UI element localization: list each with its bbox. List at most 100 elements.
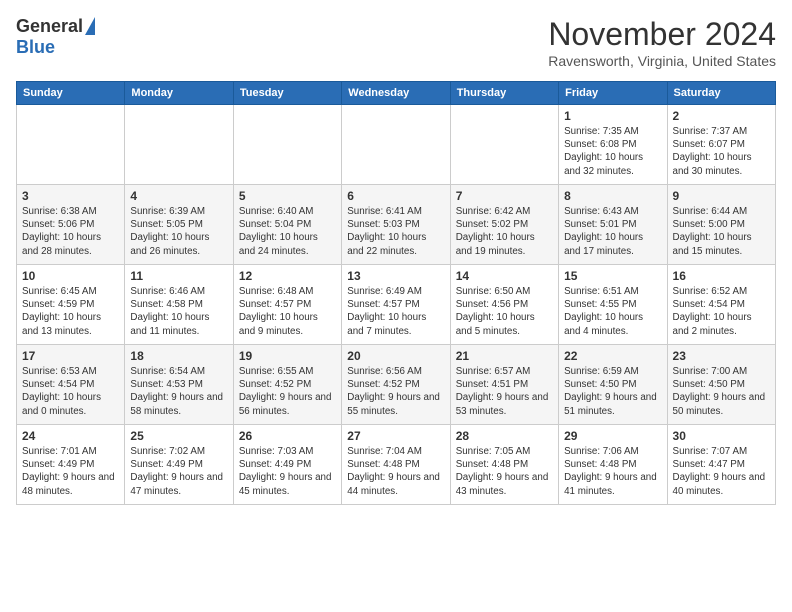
calendar-cell: 8Sunrise: 6:43 AM Sunset: 5:01 PM Daylig… <box>559 185 667 265</box>
calendar-cell: 6Sunrise: 6:41 AM Sunset: 5:03 PM Daylig… <box>342 185 450 265</box>
day-info: Sunrise: 7:04 AM Sunset: 4:48 PM Dayligh… <box>347 445 444 498</box>
day-number: 7 <box>456 189 553 203</box>
day-number: 12 <box>239 269 336 283</box>
column-header-monday: Monday <box>125 82 233 105</box>
calendar-cell: 5 Sunrise: 6:40 AM Sunset: 5:04 PM Daylig… <box>233 185 341 265</box>
calendar-cell: 20 Sunrise: 6:56 AM Sunset: 4:52 PM Dayli… <box>342 345 450 425</box>
calendar-cell: 22 Sunrise: 6:59 AM Sunset: 4:50 PM Dayli… <box>559 345 667 425</box>
day-info: Sunrise: 6:54 AM Sunset: 4:53 PM Dayligh… <box>130 365 227 418</box>
day-number: 17 <box>22 349 119 363</box>
calendar-cell: 27 Sunrise: 7:04 AM Sunset: 4:48 PM Dayli… <box>342 425 450 505</box>
calendar-cell: 18Sunrise: 6:54 AM Sunset: 4:53 PM Dayli… <box>125 345 233 425</box>
day-info: Sunrise: 7:01 AM Sunset: 4:49 PM Dayligh… <box>22 445 119 498</box>
day-number: 26 <box>239 429 336 443</box>
week-row-2: 3 Sunrise: 6:38 AM Sunset: 5:06 PM Daylig… <box>17 185 776 265</box>
week-row-4: 17 Sunrise: 6:53 AM Sunset: 4:54 PM Dayli… <box>17 345 776 425</box>
day-info: Sunrise: 7:00 AM Sunset: 4:50 PM Dayligh… <box>673 365 770 418</box>
calendar-body: 1 Sunrise: 7:35 AM Sunset: 6:08 PM Daylig… <box>17 105 776 505</box>
day-number: 16 <box>673 269 770 283</box>
calendar-cell <box>125 105 233 185</box>
day-info: Sunrise: 7:06 AM Sunset: 4:48 PM Dayligh… <box>564 445 661 498</box>
day-info: Sunrise: 6:45 AM Sunset: 4:59 PM Dayligh… <box>22 285 119 338</box>
day-info: Sunrise: 6:42 AM Sunset: 5:02 PM Dayligh… <box>456 205 553 258</box>
day-number: 20 <box>347 349 444 363</box>
month-title: November 2024 <box>548 16 776 53</box>
column-header-sunday: Sunday <box>17 82 125 105</box>
day-number: 4 <box>130 189 227 203</box>
day-number: 24 <box>22 429 119 443</box>
day-info: Sunrise: 6:41 AM Sunset: 5:03 PM Dayligh… <box>347 205 444 258</box>
day-info: Sunrise: 6:46 AM Sunset: 4:58 PM Dayligh… <box>130 285 227 338</box>
column-header-wednesday: Wednesday <box>342 82 450 105</box>
day-number: 3 <box>22 189 119 203</box>
column-header-tuesday: Tuesday <box>233 82 341 105</box>
day-info: Sunrise: 7:37 AM Sunset: 6:07 PM Dayligh… <box>673 125 770 178</box>
calendar-cell: 13 Sunrise: 6:49 AM Sunset: 4:57 PM Dayli… <box>342 265 450 345</box>
title-block: November 2024 Ravensworth, Virginia, Uni… <box>548 16 776 69</box>
day-number: 22 <box>564 349 661 363</box>
logo-general: General <box>16 16 83 37</box>
logo-text: General <box>16 16 95 37</box>
day-info: Sunrise: 6:39 AM Sunset: 5:05 PM Dayligh… <box>130 205 227 258</box>
day-info: Sunrise: 6:49 AM Sunset: 4:57 PM Dayligh… <box>347 285 444 338</box>
calendar-cell: 1 Sunrise: 7:35 AM Sunset: 6:08 PM Daylig… <box>559 105 667 185</box>
day-number: 19 <box>239 349 336 363</box>
day-info: Sunrise: 7:35 AM Sunset: 6:08 PM Dayligh… <box>564 125 661 178</box>
calendar-cell <box>233 105 341 185</box>
day-info: Sunrise: 7:03 AM Sunset: 4:49 PM Dayligh… <box>239 445 336 498</box>
calendar-cell: 7 Sunrise: 6:42 AM Sunset: 5:02 PM Daylig… <box>450 185 558 265</box>
calendar-cell: 26 Sunrise: 7:03 AM Sunset: 4:49 PM Dayli… <box>233 425 341 505</box>
calendar-cell: 24 Sunrise: 7:01 AM Sunset: 4:49 PM Dayli… <box>17 425 125 505</box>
day-info: Sunrise: 6:57 AM Sunset: 4:51 PM Dayligh… <box>456 365 553 418</box>
column-header-saturday: Saturday <box>667 82 775 105</box>
day-number: 5 <box>239 189 336 203</box>
calendar-cell: 2 Sunrise: 7:37 AM Sunset: 6:07 PM Daylig… <box>667 105 775 185</box>
day-number: 21 <box>456 349 553 363</box>
calendar-cell: 29 Sunrise: 7:06 AM Sunset: 4:48 PM Dayli… <box>559 425 667 505</box>
week-row-5: 24 Sunrise: 7:01 AM Sunset: 4:49 PM Dayli… <box>17 425 776 505</box>
day-number: 29 <box>564 429 661 443</box>
day-info: Sunrise: 7:02 AM Sunset: 4:49 PM Dayligh… <box>130 445 227 498</box>
day-number: 2 <box>673 109 770 123</box>
day-number: 14 <box>456 269 553 283</box>
day-number: 10 <box>22 269 119 283</box>
calendar-cell: 15 Sunrise: 6:51 AM Sunset: 4:55 PM Dayli… <box>559 265 667 345</box>
day-number: 15 <box>564 269 661 283</box>
day-info: Sunrise: 7:05 AM Sunset: 4:48 PM Dayligh… <box>456 445 553 498</box>
logo-triangle-icon <box>85 17 95 35</box>
day-info: Sunrise: 6:53 AM Sunset: 4:54 PM Dayligh… <box>22 365 119 418</box>
day-info: Sunrise: 6:38 AM Sunset: 5:06 PM Dayligh… <box>22 205 119 258</box>
calendar-cell: 12Sunrise: 6:48 AM Sunset: 4:57 PM Dayli… <box>233 265 341 345</box>
page-header: General Blue November 2024 Ravensworth, … <box>16 16 776 69</box>
calendar-cell: 23 Sunrise: 7:00 AM Sunset: 4:50 PM Dayli… <box>667 345 775 425</box>
calendar-cell: 21 Sunrise: 6:57 AM Sunset: 4:51 PM Dayli… <box>450 345 558 425</box>
logo: General Blue <box>16 16 95 58</box>
day-info: Sunrise: 6:51 AM Sunset: 4:55 PM Dayligh… <box>564 285 661 338</box>
day-number: 25 <box>130 429 227 443</box>
calendar-cell <box>17 105 125 185</box>
calendar-cell: 17 Sunrise: 6:53 AM Sunset: 4:54 PM Dayli… <box>17 345 125 425</box>
calendar-table: SundayMondayTuesdayWednesdayThursdayFrid… <box>16 81 776 505</box>
calendar-cell: 30Sunrise: 7:07 AM Sunset: 4:47 PM Dayli… <box>667 425 775 505</box>
calendar-cell <box>450 105 558 185</box>
day-number: 1 <box>564 109 661 123</box>
day-info: Sunrise: 6:43 AM Sunset: 5:01 PM Dayligh… <box>564 205 661 258</box>
column-header-thursday: Thursday <box>450 82 558 105</box>
day-number: 13 <box>347 269 444 283</box>
day-info: Sunrise: 6:50 AM Sunset: 4:56 PM Dayligh… <box>456 285 553 338</box>
day-info: Sunrise: 6:40 AM Sunset: 5:04 PM Dayligh… <box>239 205 336 258</box>
day-info: Sunrise: 6:56 AM Sunset: 4:52 PM Dayligh… <box>347 365 444 418</box>
day-number: 30 <box>673 429 770 443</box>
logo-blue: Blue <box>16 37 55 58</box>
day-number: 23 <box>673 349 770 363</box>
day-info: Sunrise: 6:59 AM Sunset: 4:50 PM Dayligh… <box>564 365 661 418</box>
calendar-cell <box>342 105 450 185</box>
calendar-cell: 4 Sunrise: 6:39 AM Sunset: 5:05 PM Daylig… <box>125 185 233 265</box>
calendar-cell: 3 Sunrise: 6:38 AM Sunset: 5:06 PM Daylig… <box>17 185 125 265</box>
calendar-cell: 19Sunrise: 6:55 AM Sunset: 4:52 PM Dayli… <box>233 345 341 425</box>
calendar-cell: 11 Sunrise: 6:46 AM Sunset: 4:58 PM Dayli… <box>125 265 233 345</box>
day-number: 27 <box>347 429 444 443</box>
calendar-cell: 9Sunrise: 6:44 AM Sunset: 5:00 PM Daylig… <box>667 185 775 265</box>
day-info: Sunrise: 6:52 AM Sunset: 4:54 PM Dayligh… <box>673 285 770 338</box>
day-number: 11 <box>130 269 227 283</box>
